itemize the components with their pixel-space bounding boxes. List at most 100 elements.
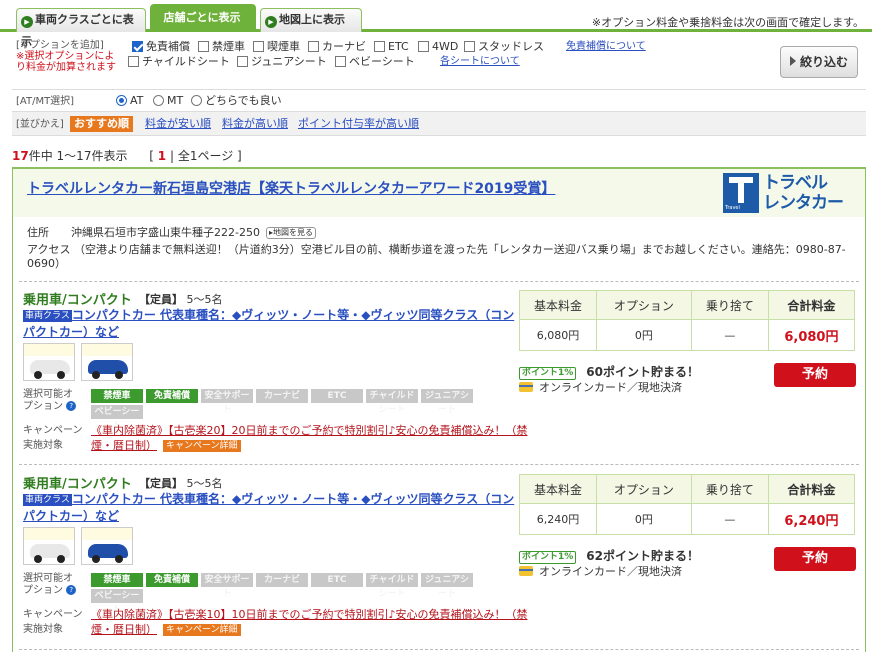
plan-capacity: 【定員】 5〜5名	[139, 477, 223, 490]
option-chip-safety-support: 安全サポート	[201, 573, 253, 599]
price-table: 基本料金 オプション 乗り捨て 合計料金 6,080円 0円 — 6,080円	[519, 290, 856, 351]
radio-either[interactable]: どちらでも良い	[191, 94, 282, 108]
divider	[19, 649, 859, 650]
option-checkbox-child-seat[interactable]: チャイルドシート	[128, 55, 230, 69]
sort-price-high-link[interactable]: 料金が高い順	[222, 117, 288, 131]
credit-card-icon	[519, 382, 533, 392]
triangle-right-icon	[789, 56, 796, 66]
base-price: 6,080円	[519, 319, 597, 351]
arrow-circle-icon: ▶	[21, 16, 33, 28]
option-chip-child-seat: チャイルドシート	[366, 389, 418, 415]
options-filter-row: [オプションを追加] ※選択オプションにより料金が加算されます 免責補償 禁煙車…	[12, 36, 866, 90]
view-tab-bar: ▶ 車両クラスごとに表示 店舗ごとに表示 ▶ 地図上に表示 ※オプション料金や乗捨料…	[0, 0, 872, 48]
shop-name-link[interactable]: トラベルレンタカー新石垣島空港店【楽天トラベルレンタカーアワード2019受賞】	[27, 178, 555, 198]
campaign-detail-button[interactable]: キャンペーン詳細	[163, 624, 241, 636]
col-dropoff: 乗り捨て	[690, 290, 769, 320]
col-dropoff: 乗り捨て	[690, 474, 769, 504]
tab-by-store[interactable]: 店舗ごとに表示	[150, 4, 256, 32]
option-chip-junior-seat: ジュニアシート	[421, 573, 473, 599]
shop-access: （空港より店舗まで無料送迎！（片道約3分）空港ビル目の前、横断歩道を渡った先「レ…	[27, 243, 846, 270]
radio-mt[interactable]: MT	[153, 94, 183, 108]
sort-recommended-button[interactable]: おすすめ順	[70, 116, 133, 132]
option-checkbox-studless[interactable]: スタッドレス	[464, 40, 544, 54]
campaign-label: キャンペーン実施対象	[23, 609, 83, 635]
plan-class-link[interactable]: 車両クラス コンパクトカー 代表車種名：◆ヴィッツ・ノート等・◆ヴィッツ同等クラス…	[23, 491, 515, 525]
plan-class-link[interactable]: 車両クラス コンパクトカー 代表車種名：◆ヴィッツ・ノート等・◆ヴィッツ同等クラス…	[23, 307, 515, 341]
price-note: ※オプション料金や乗捨料金は次の画面で確定します。	[591, 16, 864, 29]
sort-row: [並びかえ] おすすめ順 料金が安い順 料金が高い順 ポイント付与率が高い順	[12, 112, 866, 136]
option-checkbox-baby-seat[interactable]: ベビーシート	[335, 55, 415, 69]
col-option: オプション	[595, 474, 692, 504]
radio-icon	[191, 95, 202, 106]
reserve-button[interactable]: 予約	[774, 363, 856, 387]
campaign-link[interactable]: 《車内除菌済》【古壱楽20】20日前までのご予約で特別割引♪安心の免責補償込み！…	[91, 424, 528, 452]
campaign-info: 《車内除菌済》【古壱楽20】20日前までのご予約で特別割引♪安心の免責補償込み！…	[91, 423, 531, 453]
car-photo[interactable]	[81, 343, 133, 381]
campaign-label: キャンペーン実施対象	[23, 425, 83, 451]
checkbox-icon	[335, 56, 346, 67]
narrow-down-button[interactable]: 絞り込む	[780, 46, 858, 78]
car-photo[interactable]	[23, 343, 75, 381]
option-price: 0円	[595, 503, 692, 535]
points-info: ポイント1% 60ポイント貯まる！	[519, 363, 699, 380]
option-chip-nonsmoking: 禁煙車	[91, 573, 143, 587]
sort-point-rate-link[interactable]: ポイント付与率が高い順	[298, 117, 419, 131]
option-checkbox-menseki[interactable]: 免責補償	[132, 40, 190, 54]
plan-item: 乗用車/コンパクト 【定員】 5〜5名 車両クラス コンパクトカー 代表車種名：◆…	[13, 289, 865, 467]
total-price: 6,240円	[767, 503, 856, 535]
help-icon: ?	[66, 585, 77, 595]
total-price: 6,080円	[767, 319, 856, 351]
car-photo[interactable]	[23, 527, 75, 565]
travel-rentacar-logo: Travel トラベル レンタカー	[723, 173, 844, 213]
checkbox-icon	[464, 41, 475, 52]
base-price: 6,240円	[519, 503, 597, 535]
checkbox-icon	[374, 41, 385, 52]
col-total: 合計料金	[767, 290, 856, 320]
option-chip-navi: カーナビ	[256, 389, 308, 403]
radio-at[interactable]: AT	[116, 94, 143, 108]
options-surcharge-note: ※選択オプションにより料金が加算されます	[16, 51, 116, 73]
option-chip-etc: ETC	[311, 573, 363, 587]
option-checkbox-4wd[interactable]: 4WD	[418, 40, 458, 54]
plan-capacity: 【定員】 5〜5名	[139, 293, 223, 306]
car-photo[interactable]	[81, 527, 133, 565]
selectable-options-label: 選択可能オプション ?	[23, 573, 79, 597]
checkbox-icon	[253, 41, 264, 52]
menseki-info-link[interactable]: 免責補償について	[566, 40, 646, 54]
tab-on-map[interactable]: ▶ 地図上に表示	[260, 8, 362, 32]
option-checkbox-junior-seat[interactable]: ジュニアシート	[237, 55, 327, 69]
sort-label: [並びかえ]	[16, 119, 64, 130]
option-chip-safety-support: 安全サポート	[201, 389, 253, 415]
col-base-price: 基本料金	[519, 290, 597, 320]
campaign-detail-button[interactable]: キャンペーン詳細	[163, 440, 241, 452]
car-class-badge: 車両クラス	[23, 494, 72, 506]
dropoff-price: —	[690, 503, 769, 535]
radio-selected-icon	[116, 95, 127, 106]
view-map-button[interactable]: ▸地図を見る	[265, 227, 316, 239]
checkbox-icon	[308, 41, 319, 52]
option-checkbox-smoking[interactable]: 喫煙車	[253, 40, 300, 54]
transmission-label: [AT/MT選択]	[16, 96, 75, 107]
shop-address: 沖縄県石垣市字盛山東牛種子222-250	[71, 226, 260, 239]
credit-card-icon	[519, 566, 533, 576]
option-checkbox-navi[interactable]: カーナビ	[308, 40, 366, 54]
payment-method: オンラインカード／現地決済	[519, 563, 682, 579]
option-chip-junior-seat: ジュニアシート	[421, 389, 473, 415]
shop-header: トラベルレンタカー新石垣島空港店【楽天トラベルレンタカーアワード2019受賞】 …	[13, 169, 865, 217]
campaign-link[interactable]: 《車内除菌済》【古壱楽10】10日前までのご予約で特別割引♪安心の免責補償込み！…	[91, 608, 528, 636]
divider	[19, 464, 859, 465]
option-price: 0円	[595, 319, 692, 351]
sort-price-low-link[interactable]: 料金が安い順	[145, 117, 211, 131]
checkbox-icon	[128, 56, 139, 67]
option-checkbox-etc[interactable]: ETC	[374, 40, 409, 54]
tab-by-car-class[interactable]: ▶ 車両クラスごとに表示	[16, 8, 146, 48]
current-page[interactable]: 1	[158, 149, 166, 163]
option-checkbox-nonsmoking[interactable]: 禁煙車	[198, 40, 245, 54]
reserve-button[interactable]: 予約	[774, 547, 856, 571]
help-icon: ?	[66, 401, 77, 411]
checkbox-icon	[198, 41, 209, 52]
seat-info-link[interactable]: 各シートについて	[440, 55, 520, 69]
shop-address-block: 住所 沖縄県石垣市字盛山東牛種子222-250 ▸地図を見る アクセス （空港より店…	[27, 226, 846, 270]
option-chip-etc: ETC	[311, 389, 363, 403]
radio-icon	[153, 95, 164, 106]
